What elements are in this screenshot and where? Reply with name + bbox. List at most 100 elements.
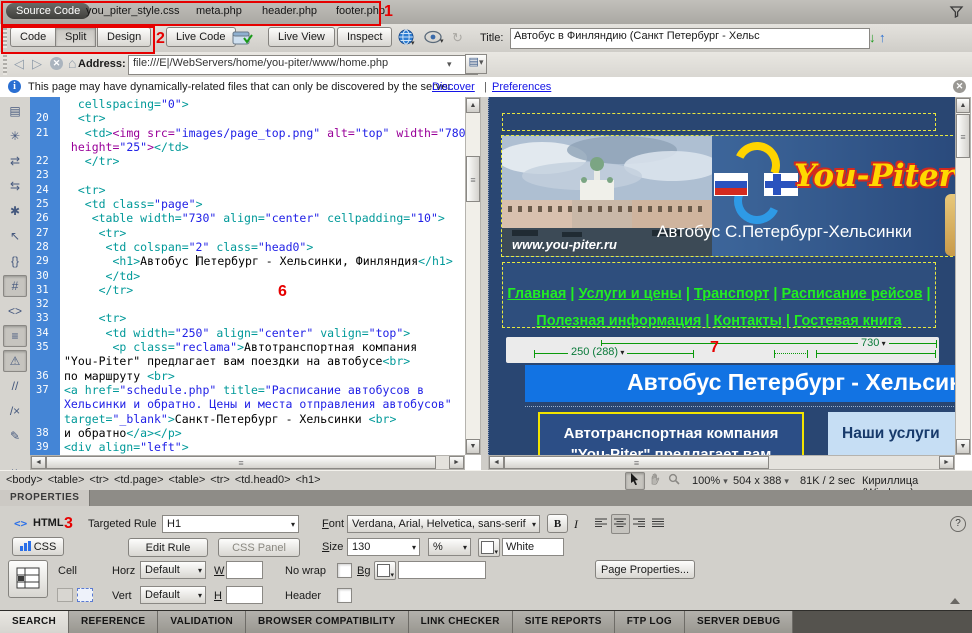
width-input[interactable] (226, 561, 263, 579)
address-list-button[interactable]: ▤ (465, 54, 487, 74)
tag-path-item[interactable]: <td.head0> (235, 474, 291, 486)
code-line[interactable]: 23 (30, 168, 465, 182)
code-line[interactable]: 28 <td colspan="2" class="head0"> (30, 240, 465, 254)
code-line[interactable]: "You-Piter" предлагает вам поездки на ав… (30, 354, 465, 368)
css-mode-button[interactable]: CSS (12, 537, 64, 556)
align-left-button[interactable] (592, 514, 611, 534)
address-dropdown-icon[interactable] (447, 58, 452, 70)
remove-comment-icon[interactable]: /× (3, 400, 27, 422)
format-source-code-icon[interactable]: ✎ (3, 425, 27, 447)
nav-link[interactable]: Транспорт (694, 286, 769, 302)
align-center-button[interactable] (611, 514, 630, 534)
close-info-bar-icon[interactable]: ✕ (953, 80, 966, 93)
code-line[interactable]: 36по маршруту <br> (30, 369, 465, 383)
nav-link[interactable]: Услуги и цены (578, 286, 681, 302)
vert-select[interactable]: Default (140, 586, 206, 604)
code-line[interactable]: 29 <h1>Автобус Петербург - Хельсинки, Фи… (30, 254, 465, 268)
apply-comment-icon[interactable]: // (3, 375, 27, 397)
address-input[interactable]: file:///E|/WebServers/home/you-piter/www… (128, 55, 478, 75)
results-tab-reference[interactable]: REFERENCE (69, 611, 158, 633)
table-width-indicator[interactable]: 730 250 (288) (506, 337, 939, 363)
code-line[interactable]: 37<a href="schedule.php" title="Расписан… (30, 383, 465, 397)
results-tab-search[interactable]: SEARCH (0, 611, 69, 633)
design-scrollbar-thumb[interactable] (956, 114, 970, 158)
inner-width-label[interactable]: 250 (288) (568, 346, 627, 358)
code-line[interactable]: 33 <tr> (30, 311, 465, 325)
site-banner[interactable]: You-Piter Автобус С.Петербург-Хельсинки … (501, 135, 956, 257)
title-input[interactable]: Автобус в Финляндию (Санкт Петербург - Х… (510, 28, 870, 49)
inspect-button[interactable]: Inspect (337, 27, 392, 47)
edit-rule-button[interactable]: Edit Rule (128, 538, 208, 557)
discover-link[interactable]: Discover (432, 81, 475, 93)
scroll-left-icon[interactable]: ◄ (31, 456, 46, 469)
zoom-tool-icon[interactable] (664, 472, 684, 490)
font-select[interactable]: Verdana, Arial, Helvetica, sans-serif (347, 515, 540, 533)
italic-button[interactable]: I (574, 517, 578, 532)
collapse-full-tag-icon[interactable]: ⇄ (3, 150, 27, 172)
horz-select[interactable]: Default (140, 561, 206, 579)
align-right-button[interactable] (630, 514, 649, 534)
reclama-box[interactable]: Автотранспортная компания "You-Piter" пр… (538, 412, 804, 455)
back-icon[interactable]: ◁ (14, 56, 24, 72)
text-color-input[interactable]: White (502, 538, 564, 556)
targeted-rule-select[interactable]: H1 (162, 515, 299, 533)
tag-path-item[interactable]: <table> (48, 474, 85, 486)
window-size-select[interactable]: 504 x 388 (733, 475, 789, 487)
address-bar-grip[interactable] (3, 55, 7, 75)
results-tab-link-checker[interactable]: LINK CHECKER (409, 611, 513, 633)
tag-path-item[interactable]: <tr> (210, 474, 230, 486)
nav-link[interactable]: Главная (507, 286, 566, 302)
scroll-right-icon[interactable]: ► (449, 456, 464, 469)
code-line[interactable]: 22 </tr> (30, 154, 465, 168)
tag-path-item[interactable]: <tr> (89, 474, 109, 486)
code-scrollbar-thumb[interactable] (466, 156, 480, 202)
scroll-down-icon[interactable]: ▼ (956, 439, 970, 454)
outer-width-label[interactable]: 730 (858, 337, 889, 349)
code-line[interactable]: Хельсинки и обратно. Цены и места отправ… (30, 397, 465, 411)
results-tab-ftp-log[interactable]: FTP LOG (615, 611, 685, 633)
scroll-up-icon[interactable]: ▲ (956, 98, 970, 113)
get-file-icon[interactable]: ↓ (869, 30, 876, 45)
tag-path-item[interactable]: <h1> (296, 474, 321, 486)
tag-path-item[interactable]: <td.page> (114, 474, 164, 486)
code-line[interactable]: 30 </td> (30, 269, 465, 283)
design-horizontal-scrollbar[interactable]: ◄ ≡ ► (488, 455, 955, 470)
preferences-link[interactable]: Preferences (492, 81, 551, 93)
code-horizontal-scrollbar[interactable]: ◄ ≡ ► (30, 455, 465, 470)
header-checkbox[interactable] (337, 588, 352, 603)
results-tab-site-reports[interactable]: SITE REPORTS (513, 611, 615, 633)
code-navigator-icon[interactable]: ✳ (3, 125, 27, 147)
split-cell-icon[interactable] (77, 588, 93, 602)
code-line[interactable]: height="25"></td> (30, 140, 465, 154)
scroll-down-icon[interactable]: ▼ (466, 439, 480, 454)
code-line[interactable]: 21 <td><img src="images/page_top.png" al… (30, 126, 465, 140)
preview-in-browser-icon[interactable]: ▾ (398, 29, 416, 49)
results-tab-browser-compatibility[interactable]: BROWSER COMPATIBILITY (246, 611, 409, 633)
scroll-left-icon[interactable]: ◄ (489, 456, 504, 469)
services-box[interactable]: Наши услуги (828, 412, 956, 455)
tag-path-item[interactable]: <body> (6, 474, 43, 486)
results-tab-server-debug[interactable]: SERVER DEBUG (685, 611, 793, 633)
size-unit-select[interactable]: % (428, 538, 471, 556)
nav-link[interactable]: Гостевая книга (794, 313, 902, 329)
code-line[interactable]: 27 <tr> (30, 226, 465, 240)
expand-all-icon[interactable]: ✱ (3, 200, 27, 222)
code-vertical-scrollbar[interactable]: ▲ ▼ (465, 97, 481, 455)
filter-related-files-icon[interactable] (949, 4, 964, 22)
page-heading-bar[interactable]: Автобус Петербург - Хельсинки (525, 365, 956, 402)
forward-icon[interactable]: ▷ (32, 56, 42, 72)
results-tab-validation[interactable]: VALIDATION (158, 611, 246, 633)
nav-link[interactable]: Расписание рейсов (781, 286, 922, 302)
text-color-swatch[interactable] (478, 538, 500, 557)
code-line[interactable]: 32 (30, 297, 465, 311)
code-line[interactable]: target="_blank">Санкт-Петербург - Хельси… (30, 412, 465, 426)
bg-color-input[interactable] (398, 561, 486, 579)
panel-collapse-triangle[interactable] (950, 598, 960, 604)
syntax-error-alerts-icon[interactable]: ⚠ (3, 350, 27, 372)
html-mode-button[interactable]: HTML (33, 517, 64, 529)
bold-button[interactable]: B (547, 514, 568, 533)
page-top-image-placeholder[interactable] (502, 113, 936, 131)
size-select[interactable]: 130 (347, 538, 420, 556)
word-wrap-icon[interactable]: ≡ (3, 325, 27, 347)
code-line[interactable]: cellspacing="0"> (30, 97, 465, 111)
